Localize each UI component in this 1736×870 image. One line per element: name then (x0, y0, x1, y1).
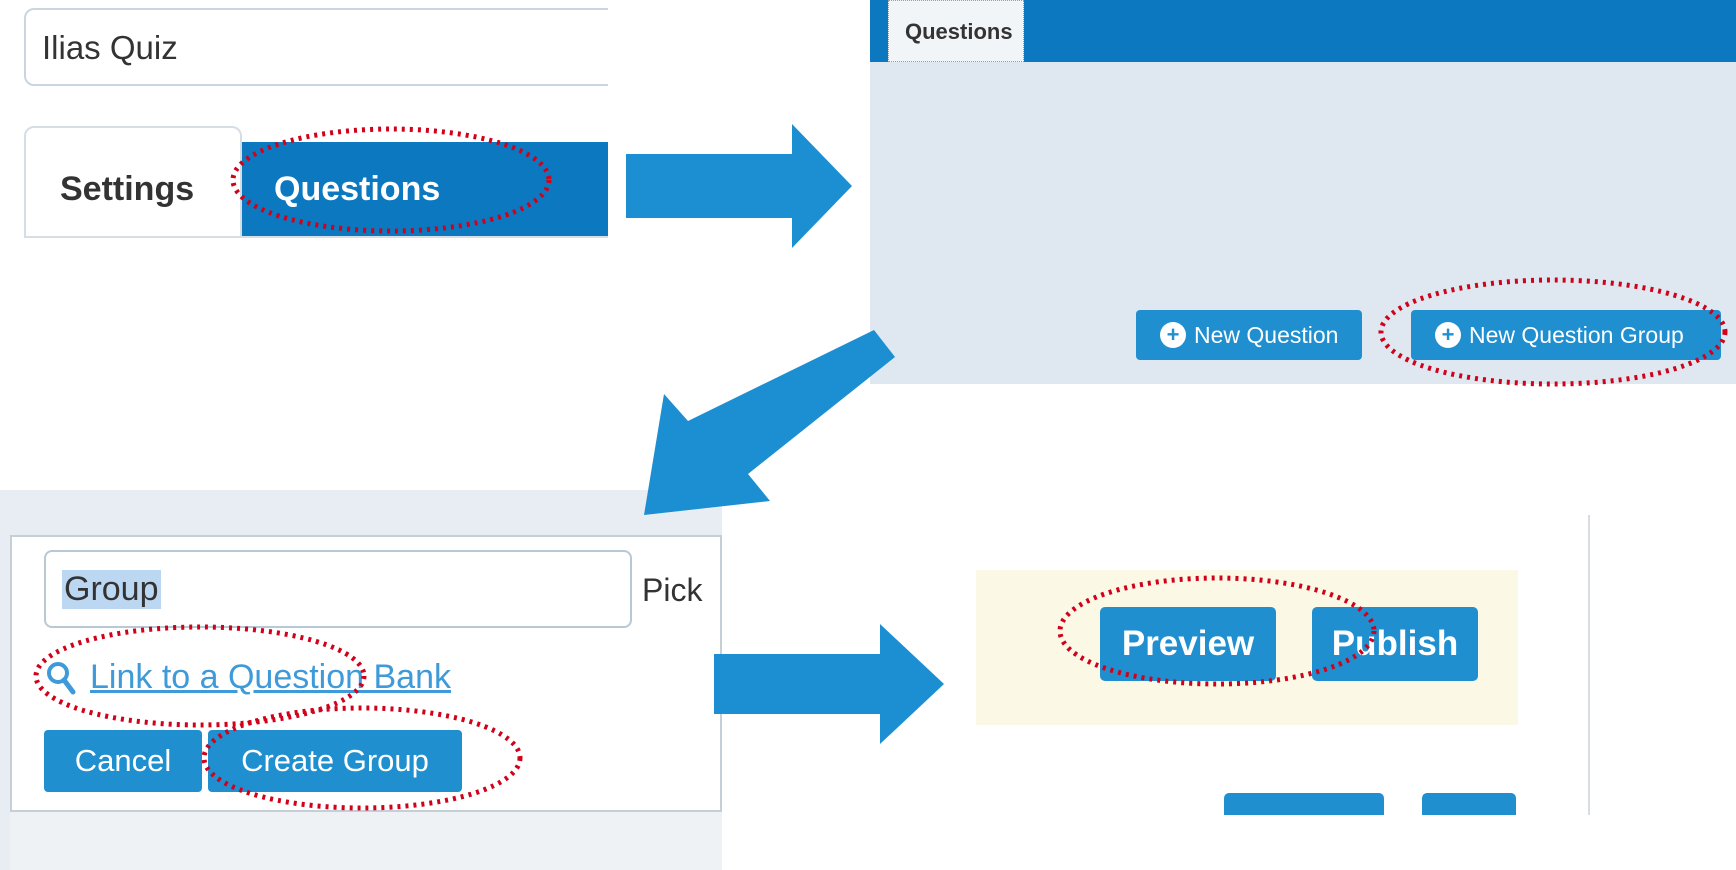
tab-questions-label: Questions (274, 170, 441, 208)
create-group-label: Create Group (241, 743, 429, 778)
tab-settings[interactable]: Settings (24, 126, 242, 236)
group-name-value: Group (62, 570, 161, 609)
cancel-label: Cancel (74, 743, 172, 778)
side-divider (1588, 515, 1590, 815)
cancel-button[interactable]: Cancel (44, 730, 202, 792)
publish-button[interactable]: Publish (1312, 607, 1478, 681)
link-question-bank[interactable]: Link to a Question Bank (46, 658, 451, 697)
new-question-group-button[interactable]: + New Question Group (1411, 310, 1721, 360)
publish-panel: Preview Publish (976, 515, 1652, 815)
quiz-title-field[interactable]: Ilias Quiz (24, 8, 608, 86)
pick-label: Pick (642, 572, 703, 608)
tab-row: Settings Questions (24, 126, 608, 236)
plus-circle-icon: + (1435, 322, 1461, 348)
partial-button[interactable] (1422, 793, 1516, 815)
tab-settings-label: Settings (60, 170, 195, 208)
tab-content-divider (24, 236, 608, 238)
quiz-title-text: Ilias Quiz (42, 29, 178, 66)
group-name-input[interactable]: Group (44, 550, 632, 628)
arrow-right-icon (714, 624, 944, 744)
questions-page-panel: Questions + New Question + New Question … (870, 0, 1736, 384)
link-question-bank-label: Link to a Question Bank (90, 658, 452, 696)
plus-circle-icon: + (1160, 322, 1186, 348)
arrow-right-icon (626, 124, 852, 248)
preview-label: Preview (1121, 624, 1255, 663)
create-group-button[interactable]: Create Group (208, 730, 462, 792)
tab-questions-small[interactable]: Questions (888, 0, 1024, 62)
form-footer-strip (10, 812, 722, 870)
arrow-down-left-icon (644, 330, 895, 515)
publish-label: Publish (1331, 624, 1459, 663)
partial-button[interactable] (1224, 793, 1384, 815)
quiz-settings-panel: Ilias Quiz Settings Questions (0, 0, 608, 298)
new-question-button[interactable]: + New Question (1136, 310, 1362, 360)
tab-questions[interactable]: Questions (242, 142, 608, 236)
create-group-panel: Group Pick Link to a Question Bank Cance… (0, 490, 722, 870)
preview-button[interactable]: Preview (1100, 607, 1276, 681)
new-question-label: New Question (1194, 321, 1339, 348)
magnifier-icon (47, 661, 76, 694)
new-question-group-label: New Question Group (1469, 321, 1684, 348)
tab-questions-small-label: Questions (905, 19, 1013, 44)
